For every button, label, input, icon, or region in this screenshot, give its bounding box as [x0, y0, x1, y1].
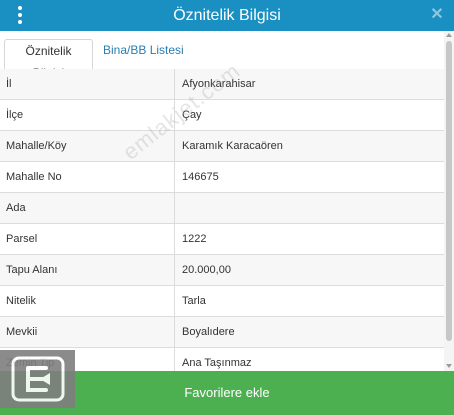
attribute-key: İl — [6, 78, 12, 90]
table-row: Mahalle No 146675 — [0, 162, 444, 193]
column-divider — [174, 162, 175, 193]
table-row: Tapu Alanı 20.000,00 — [0, 255, 444, 286]
window-title: Öznitelik Bilgisi — [173, 7, 281, 24]
column-divider — [174, 286, 175, 317]
tab-oznitelik-bilgisi[interactable]: Öznitelik Bilgisi — [4, 39, 93, 80]
attribute-value — [182, 193, 442, 223]
column-divider — [174, 193, 175, 224]
table-row: Ada — [0, 193, 444, 224]
attribute-value: Çay — [182, 109, 202, 121]
attribute-key: Parsel — [6, 233, 38, 245]
attribute-key: Nitelik — [6, 295, 36, 307]
attribute-key: Mahalle No — [6, 171, 62, 183]
column-divider — [174, 348, 175, 371]
attribute-value: Tarla — [182, 295, 206, 307]
close-icon[interactable]: ✕ — [428, 1, 446, 29]
tab-bina-bb-listesi[interactable]: Bina/BB Listesi — [97, 39, 190, 69]
logo-mark — [11, 356, 64, 402]
column-divider — [174, 317, 175, 348]
scroll-down-arrow-icon[interactable] — [446, 364, 452, 368]
column-divider — [174, 69, 175, 100]
attribute-value: 20.000,00 — [182, 264, 231, 276]
scroll-thumb[interactable] — [446, 41, 452, 341]
table-row: İlçe Çay — [0, 100, 444, 131]
attribute-value: 146675 — [182, 171, 219, 183]
table-row: Parsel 1222 — [0, 224, 444, 255]
attribute-table: İl Afyonkarahisar İlçe Çay Mahalle/Köy K… — [0, 69, 444, 371]
column-divider — [174, 255, 175, 286]
title-bar: Öznitelik Bilgisi ✕ — [0, 0, 454, 31]
table-row: Nitelik Tarla — [0, 286, 444, 317]
attribute-value: Ana Taşınmaz — [182, 357, 252, 369]
attribute-key: Tapu Alanı — [6, 264, 58, 276]
column-divider — [174, 224, 175, 255]
table-row: Mevkii Boyalıdere — [0, 317, 444, 348]
attribute-value: Karamık Karacaören — [182, 140, 283, 152]
table-row: Mahalle/Köy Karamık Karacaören — [0, 131, 444, 162]
scroll-up-arrow-icon[interactable] — [446, 33, 452, 37]
attribute-key: Mevkii — [6, 326, 38, 338]
attribute-value: 1222 — [182, 233, 207, 245]
vertical-scrollbar[interactable] — [444, 31, 454, 371]
emlakjet-logo-icon — [0, 350, 75, 408]
attribute-key: Ada — [6, 202, 26, 214]
attribute-value: Boyalıdere — [182, 326, 235, 338]
